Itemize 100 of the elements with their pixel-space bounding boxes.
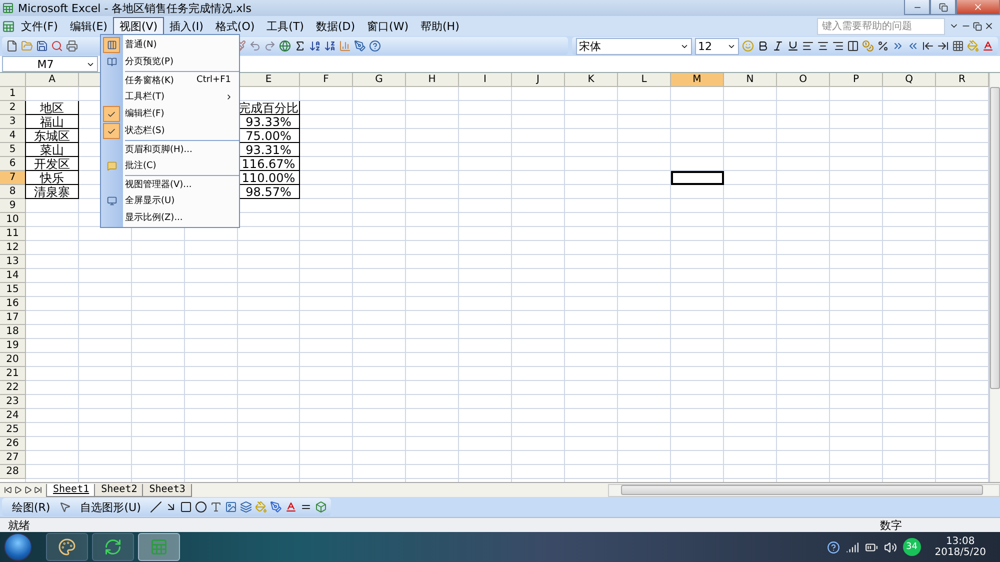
image-icon[interactable] xyxy=(224,501,237,513)
sum-icon[interactable] xyxy=(294,40,306,52)
taskbar-button[interactable] xyxy=(92,533,134,561)
vertical-scrollbar[interactable] xyxy=(989,73,1000,482)
menu-item[interactable]: 编辑栏(F) xyxy=(125,105,239,122)
signal-icon[interactable] xyxy=(846,540,859,554)
menu-item[interactable]: 视图(V) xyxy=(113,17,164,35)
font-field[interactable]: 宋体 xyxy=(576,38,692,54)
row-header[interactable]: 22 xyxy=(0,381,26,395)
bold-icon[interactable] xyxy=(757,40,769,52)
sheet-tab[interactable]: Sheet2 xyxy=(94,484,144,496)
start-button[interactable] xyxy=(4,533,32,561)
row-header[interactable]: 18 xyxy=(0,325,26,339)
column-header[interactable]: O xyxy=(777,73,830,87)
draw-menu-button[interactable]: 绘图(R) xyxy=(6,498,56,516)
column-header[interactable]: G xyxy=(353,73,406,87)
column-header[interactable]: M xyxy=(671,73,724,87)
sort-ascending-icon[interactable] xyxy=(309,40,321,52)
row-header[interactable]: 17 xyxy=(0,311,26,325)
line-icon[interactable] xyxy=(150,501,162,513)
percent-icon[interactable] xyxy=(877,40,889,52)
row-header[interactable]: 10 xyxy=(0,213,26,227)
help-icon[interactable] xyxy=(369,40,381,52)
align-left-icon[interactable] xyxy=(802,40,814,52)
spreadsheet-icon[interactable] xyxy=(2,20,15,32)
menu-item[interactable]: 编辑(E) xyxy=(64,17,114,35)
sheet-tab[interactable]: Sheet1 xyxy=(46,484,96,496)
printer-icon[interactable] xyxy=(66,40,78,52)
redo-icon[interactable] xyxy=(264,40,276,52)
row-header[interactable]: 25 xyxy=(0,423,26,437)
column-header[interactable]: P xyxy=(830,73,883,87)
column-header[interactable]: A xyxy=(26,73,79,87)
row-header[interactable]: 4 xyxy=(0,129,26,143)
next-sheet-icon[interactable] xyxy=(24,486,32,494)
oval-icon[interactable] xyxy=(194,501,207,513)
speaker-icon[interactable] xyxy=(884,540,897,554)
row-header[interactable]: 1 xyxy=(0,87,26,101)
help-search-field[interactable]: 键入需要帮助的问题 xyxy=(817,18,945,34)
menu-item[interactable]: 视图管理器(V)... xyxy=(125,175,239,192)
row-header[interactable]: 5 xyxy=(0,143,26,157)
menu-item[interactable]: 文件(F) xyxy=(15,17,64,35)
taskbar-button[interactable] xyxy=(46,533,88,561)
spreadsheet-icon[interactable] xyxy=(2,2,14,14)
row-header[interactable]: 16 xyxy=(0,297,26,311)
column-header[interactable]: Q xyxy=(883,73,936,87)
globe-icon[interactable] xyxy=(279,40,291,52)
align-right-icon[interactable] xyxy=(832,40,844,52)
menu-item[interactable]: 格式(O) xyxy=(209,17,261,35)
row-header[interactable]: 7 xyxy=(0,171,26,185)
save-icon[interactable] xyxy=(36,40,48,52)
line-color-icon[interactable] xyxy=(270,501,282,513)
font-color-icon[interactable] xyxy=(284,501,297,513)
row-header[interactable]: 9 xyxy=(0,199,26,213)
align-center-icon[interactable] xyxy=(817,40,829,52)
row-header[interactable]: 27 xyxy=(0,451,26,465)
row-header[interactable]: 15 xyxy=(0,283,26,297)
restore-icon[interactable] xyxy=(973,22,982,30)
row-header[interactable]: 26 xyxy=(0,437,26,451)
row-header[interactable]: 2 xyxy=(0,101,26,115)
sheet-tab[interactable]: Sheet3 xyxy=(142,484,192,496)
pointer-icon[interactable] xyxy=(59,501,72,513)
row-header[interactable]: 28 xyxy=(0,465,26,479)
help-icon[interactable] xyxy=(826,540,840,554)
horizontal-scrollbar[interactable] xyxy=(608,484,1000,496)
battery-icon[interactable] xyxy=(864,540,878,554)
borders-icon[interactable] xyxy=(952,40,964,52)
font-size-field[interactable]: 12 xyxy=(695,38,739,54)
column-header[interactable]: F xyxy=(300,73,353,87)
column-header[interactable]: H xyxy=(406,73,459,87)
name-box[interactable]: M7 xyxy=(2,56,98,72)
row-header[interactable]: 6 xyxy=(0,157,26,171)
menu-item[interactable]: 帮助(H) xyxy=(414,17,466,35)
increase-decimal-icon[interactable] xyxy=(892,40,904,52)
row-header[interactable]: 24 xyxy=(0,409,26,423)
decrease-indent-icon[interactable] xyxy=(922,40,934,52)
print-preview-icon[interactable] xyxy=(51,40,63,52)
decrease-decimal-icon[interactable] xyxy=(907,40,919,52)
menu-item[interactable]: 全屏显示(U) xyxy=(125,192,239,209)
first-sheet-icon[interactable] xyxy=(4,486,12,494)
column-header[interactable]: K xyxy=(565,73,618,87)
menu-item[interactable]: 插入(I) xyxy=(164,17,210,35)
row-header[interactable]: 19 xyxy=(0,339,26,353)
rectangle-icon[interactable] xyxy=(180,501,192,513)
row-header[interactable]: 8 xyxy=(0,185,26,199)
row-header[interactable]: 21 xyxy=(0,367,26,381)
underline-icon[interactable] xyxy=(787,40,799,52)
3d-box-icon[interactable] xyxy=(314,501,327,513)
column-header[interactable]: J xyxy=(512,73,565,87)
menu-item[interactable]: 分页预览(P) xyxy=(125,53,239,70)
menu-item[interactable]: 数据(D) xyxy=(310,17,362,35)
autoshapes-menu-button[interactable]: 自选图形(U) xyxy=(74,498,147,516)
row-header[interactable]: 20 xyxy=(0,353,26,367)
text-box-icon[interactable] xyxy=(210,501,222,513)
row-header[interactable]: 12 xyxy=(0,241,26,255)
column-header[interactable]: R xyxy=(936,73,989,87)
sort-descending-icon[interactable] xyxy=(324,40,336,52)
column-header[interactable]: E xyxy=(238,73,300,87)
row-header[interactable]: 11 xyxy=(0,227,26,241)
menu-item[interactable]: 工具栏(T) xyxy=(125,88,239,105)
menu-item[interactable]: 状态栏(S) xyxy=(125,122,239,139)
